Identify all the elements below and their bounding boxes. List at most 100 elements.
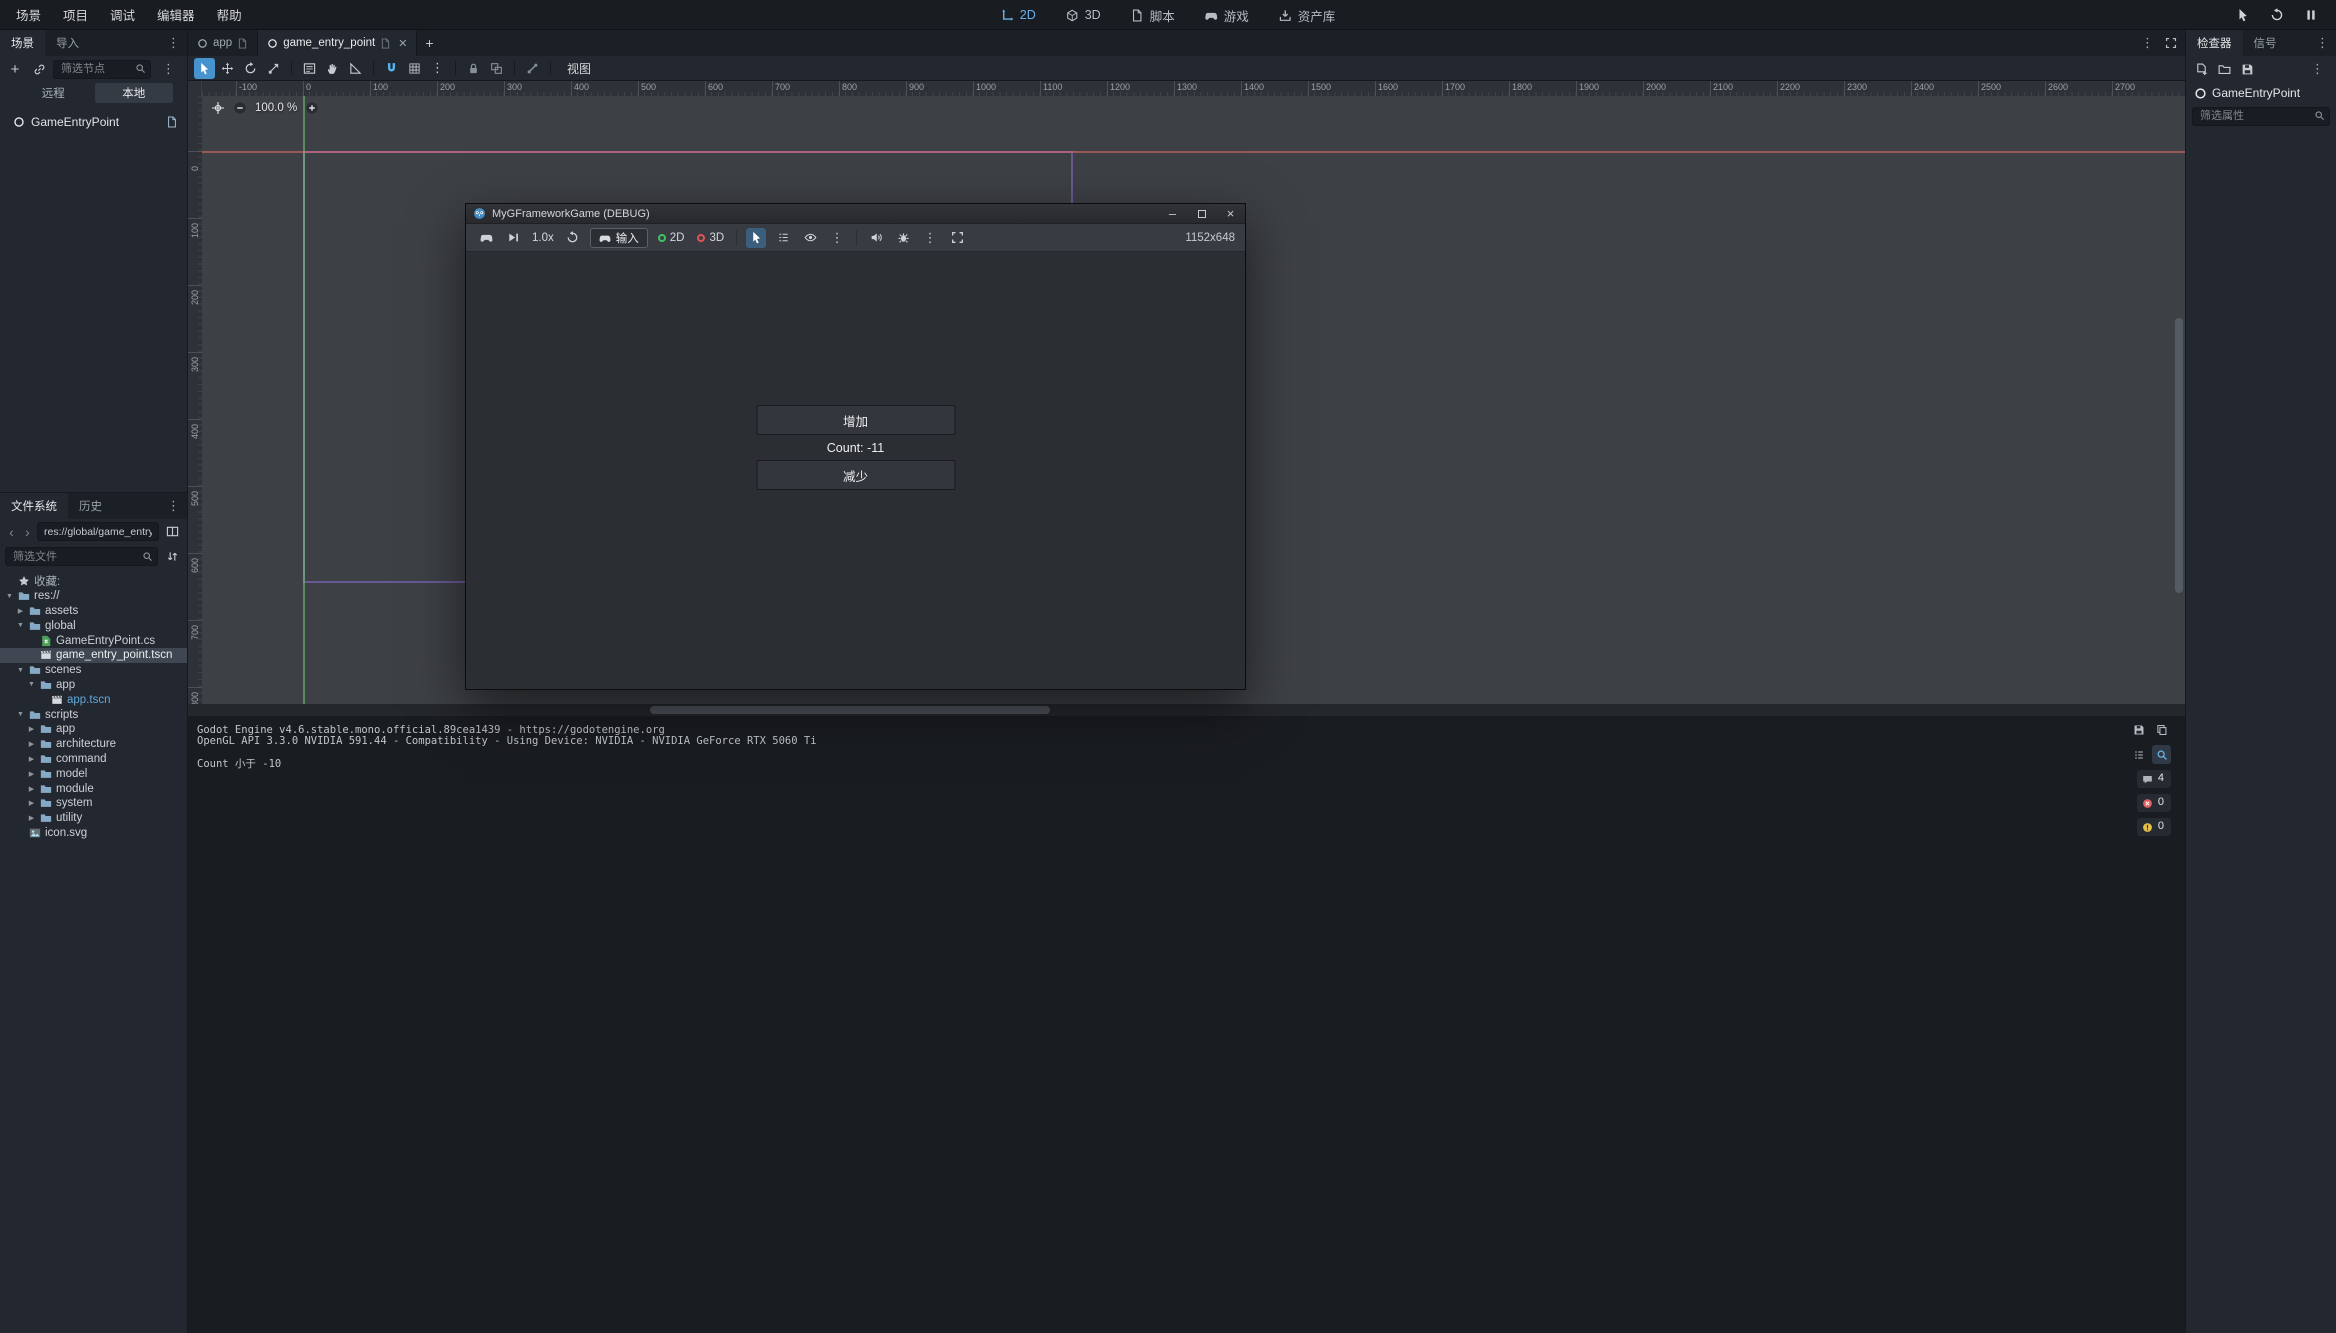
select-tool-icon[interactable] [194,58,215,79]
menu-item[interactable]: 场景 [6,1,51,28]
debug-2d-button[interactable]: 2D [655,232,688,244]
scale-tool-icon[interactable] [263,58,284,79]
expand-arrow-icon[interactable]: ▼ [27,681,36,688]
rotate-tool-icon[interactable] [240,58,261,79]
folder-item[interactable]: ▼global [0,618,187,633]
error-count-badge[interactable]: 0 [2137,794,2171,812]
collapse-duplicates-icon[interactable] [2129,745,2148,764]
group-node-icon[interactable] [486,58,507,79]
inspector-dock-menu-icon[interactable]: ⋮ [2309,30,2336,56]
menu-item[interactable]: 调试 [100,1,145,28]
workspace-script[interactable]: 脚本 [1131,6,1175,25]
game-pick-cursor-icon[interactable] [2236,8,2250,22]
select-options-icon[interactable]: ⋮ [827,228,847,248]
close-window-button[interactable]: × [1216,204,1245,223]
history-back-icon[interactable]: ‹ [5,524,18,540]
scene-tab[interactable]: app [188,30,258,56]
expand-arrow-icon[interactable]: ▶ [27,725,36,733]
folder-item[interactable]: ▶model [0,766,187,781]
input-mode-button[interactable]: 输入 [590,228,648,248]
expand-arrow-icon[interactable]: ▶ [27,814,36,822]
menu-item[interactable]: 项目 [53,1,98,28]
add-node-button[interactable]: + [5,59,25,79]
menu-item[interactable]: 编辑器 [147,1,205,28]
folder-item[interactable]: ▶assets [0,604,187,619]
scene-dock-menu-icon[interactable]: ⋮ [160,30,187,56]
attached-script-icon[interactable] [166,116,178,128]
menu-item[interactable]: 帮助 [207,1,252,28]
tab-inspector[interactable]: 检查器 [2186,30,2243,56]
history-forward-icon[interactable]: › [21,524,34,540]
zoom-level[interactable]: 100.0 % [255,102,297,114]
local-button[interactable]: 本地 [95,83,174,103]
grid-snap-icon[interactable] [404,58,425,79]
file-item[interactable]: 收藏: [0,574,187,589]
folder-item[interactable]: ▶command [0,752,187,767]
next-frame-icon[interactable] [503,228,523,248]
game-window-titlebar[interactable]: MyGFrameworkGame (DEBUG) – × [466,204,1245,224]
horizontal-scrollbar[interactable] [188,704,2185,716]
maximize-window-button[interactable] [1187,204,1216,223]
visibility-icon[interactable] [800,228,820,248]
debug-3d-button[interactable]: 3D [694,232,727,244]
expand-arrow-icon[interactable]: ▼ [16,711,25,718]
close-tab-icon[interactable]: ✕ [398,37,407,50]
expand-arrow-icon[interactable]: ▶ [27,799,36,807]
workspace-2d[interactable]: 2D [1001,8,1036,22]
zoom-in-icon[interactable] [305,101,319,115]
expand-arrow-icon[interactable]: ▼ [16,622,25,629]
expand-arrow-icon[interactable]: ▶ [27,755,36,763]
smart-snap-icon[interactable] [381,58,402,79]
decrease-button[interactable]: 减少 [756,460,955,490]
vertical-scrollbar[interactable] [2175,96,2183,704]
folder-item[interactable]: ▶architecture [0,737,187,752]
filesystem-dock-menu-icon[interactable]: ⋮ [160,493,187,519]
folder-item[interactable]: ▼scenes [0,663,187,678]
joypad-icon[interactable] [476,228,496,248]
zoom-out-icon[interactable] [233,101,247,115]
expand-arrow-icon[interactable]: ▶ [16,607,25,615]
split-view-icon[interactable] [162,522,182,542]
node-list-icon[interactable] [773,228,793,248]
horizontal-scrollbar-thumb[interactable] [650,706,1050,714]
warning-count-badge[interactable]: 0 [2137,818,2171,836]
more-options-icon[interactable]: ⋮ [920,228,940,248]
folder-item[interactable]: ▼res:// [0,589,187,604]
scene-tree-node[interactable]: GameEntryPoint [0,112,187,131]
time-scale-label[interactable]: 1.0x [530,232,556,244]
snap-options-icon[interactable]: ⋮ [427,58,448,79]
copy-log-icon[interactable] [2152,720,2171,739]
skeleton-options-icon[interactable] [522,58,543,79]
filter-files-input[interactable] [5,547,158,566]
search-log-icon[interactable] [2152,745,2171,764]
instance-scene-icon[interactable] [29,59,49,79]
load-resource-icon[interactable] [2214,59,2234,79]
tab-signals[interactable]: 信号 [2243,30,2288,56]
reset-speed-icon[interactable] [563,228,583,248]
view-menu-button[interactable]: 视图 [558,60,600,77]
expand-arrow-icon[interactable]: ▶ [27,785,36,793]
message-count-badge[interactable]: 4 [2137,770,2171,788]
tab-history[interactable]: 历史 [68,493,113,519]
minimize-window-button[interactable]: – [1158,204,1187,223]
expand-arrow-icon[interactable]: ▶ [27,740,36,748]
lock-node-icon[interactable] [463,58,484,79]
tab-scene[interactable]: 场景 [0,30,45,56]
current-path-input[interactable] [37,522,159,541]
fullscreen-game-icon[interactable] [947,228,967,248]
file-item[interactable]: GameEntryPoint.cs [0,633,187,648]
mute-audio-icon[interactable] [866,228,886,248]
list-select-icon[interactable] [299,58,320,79]
save-resource-icon[interactable] [2237,59,2257,79]
workspace-assetlib[interactable]: 资产库 [1279,6,1336,25]
file-item[interactable]: app.tscn [0,692,187,707]
tab-import[interactable]: 导入 [45,30,90,56]
file-item[interactable]: game_entry_point.tscn [0,648,187,663]
filter-properties-input[interactable] [2192,107,2330,126]
expand-arrow-icon[interactable]: ▶ [27,770,36,778]
pan-tool-icon[interactable] [322,58,343,79]
vertical-scrollbar-thumb[interactable] [2175,318,2183,593]
folder-item[interactable]: ▶system [0,796,187,811]
ruler-tool-icon[interactable] [345,58,366,79]
folder-item[interactable]: ▶utility [0,811,187,826]
